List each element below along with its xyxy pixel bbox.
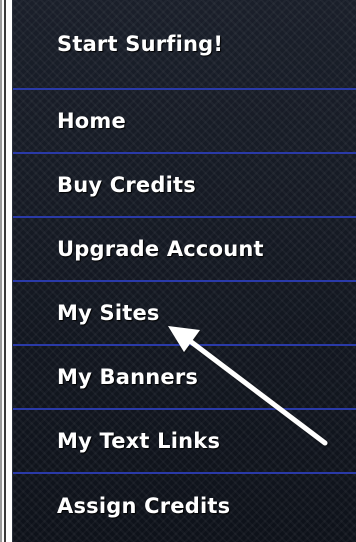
menu-item-label: Start Surfing!: [57, 32, 224, 56]
menu-item-my-banners[interactable]: My Banners: [13, 346, 356, 410]
menu-item-upgrade-account[interactable]: Upgrade Account: [13, 218, 356, 282]
menu-item-assign-credits[interactable]: Assign Credits: [13, 474, 356, 538]
screenshot-frame: Start Surfing! Home Buy Credits Upgrade …: [0, 0, 356, 542]
menu-item-label: My Banners: [57, 365, 199, 389]
member-menu-list: Start Surfing! Home Buy Credits Upgrade …: [13, 0, 356, 538]
menu-item-home[interactable]: Home: [13, 90, 356, 154]
member-menu-panel: Start Surfing! Home Buy Credits Upgrade …: [12, 0, 356, 542]
menu-item-my-sites[interactable]: My Sites: [13, 282, 356, 346]
menu-item-label: Assign Credits: [57, 494, 231, 518]
menu-item-label: My Sites: [57, 301, 160, 325]
menu-item-label: My Text Links: [57, 429, 221, 453]
menu-item-label: Home: [57, 109, 126, 133]
menu-item-my-text-links[interactable]: My Text Links: [13, 410, 356, 474]
window-left-border: [0, 0, 6, 542]
menu-item-start-surfing[interactable]: Start Surfing!: [13, 0, 356, 90]
menu-item-label: Upgrade Account: [57, 237, 264, 261]
menu-item-buy-credits[interactable]: Buy Credits: [13, 154, 356, 218]
menu-item-label: Buy Credits: [57, 173, 196, 197]
